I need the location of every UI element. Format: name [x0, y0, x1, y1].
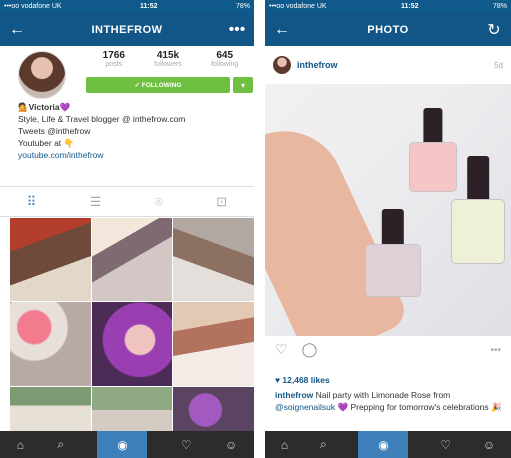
stat-label: following	[211, 61, 239, 68]
grid-photo[interactable]	[10, 218, 91, 301]
stat-posts[interactable]: 1766 posts	[103, 50, 125, 68]
nav-bar: ← PHOTO ↻	[265, 13, 511, 46]
bio-line: Tweets @inthefrow	[18, 126, 91, 136]
more-options-button[interactable]: •••	[228, 21, 246, 39]
profile-screen: •••oo vodafone UK 11:52 78% ← INTHEFROW …	[0, 0, 254, 458]
avatar[interactable]	[273, 56, 291, 74]
time: 11:52	[401, 3, 419, 10]
bio: 💁Victoria💜 Style, Life & Travel blogger …	[0, 101, 254, 161]
grid-photo[interactable]	[91, 387, 173, 433]
camera-icon[interactable]: ◉	[97, 431, 148, 458]
post-username[interactable]: inthefrow	[297, 60, 338, 70]
stat-value: 415k	[156, 50, 180, 61]
comment-icon[interactable]: ◯	[302, 341, 318, 358]
nail-polish-bottle	[451, 156, 505, 264]
stat-value: 1766	[102, 50, 125, 61]
nail-polish-bottle	[409, 108, 457, 192]
location-icon[interactable]: ⌾	[155, 194, 163, 210]
follow-menu-button[interactable]: ▾	[233, 77, 253, 93]
post-actions: ♡ ◯	[275, 341, 317, 358]
bottom-tab-bar: ⌂ ⌕ ◉ ♡ ☺	[0, 431, 254, 458]
bio-line: Youtuber at 👇	[18, 138, 75, 148]
nail-polish-bottle	[365, 209, 421, 297]
grid-photo[interactable]	[173, 387, 254, 433]
caption-text: Nail party with Limonade Rose from	[313, 390, 451, 400]
caption-mention[interactable]: @soignenailsuk	[275, 402, 335, 412]
grid-photo[interactable]	[173, 302, 254, 386]
stats: 1766 posts 415k followers 645 following	[88, 50, 253, 68]
list-icon[interactable]: ☰	[90, 194, 102, 210]
bottle-glass	[451, 199, 505, 264]
stat-label: followers	[154, 61, 182, 68]
profile-link[interactable]: youtube.com/inthefrow	[18, 149, 236, 161]
photo-grid	[10, 218, 254, 433]
photo-screen: •••oo vodafone UK 11:52 78% ← PHOTO ↻ in…	[265, 0, 511, 458]
grid-photo[interactable]	[91, 218, 173, 301]
post-header: inthefrow 5d	[265, 46, 511, 84]
likes-count[interactable]: ♥ 12,468 likes	[275, 375, 330, 385]
profile-icon[interactable]: ☺	[225, 438, 237, 452]
heart-icon[interactable]: ♡	[275, 341, 288, 358]
carrier: •••oo vodafone UK	[269, 3, 327, 10]
bottom-tab-bar: ⌂ ⌕ ◉ ♡ ☺	[265, 431, 511, 458]
following-button[interactable]: ✓ FOLLOWING	[86, 77, 230, 93]
profile-icon[interactable]: ☺	[483, 438, 495, 452]
home-icon[interactable]: ⌂	[281, 438, 288, 452]
bottle-cap	[423, 108, 443, 146]
avatar	[18, 51, 66, 99]
post-caption: inthefrow Nail party with Limonade Rose …	[275, 390, 507, 413]
stat-value: 645	[216, 50, 234, 61]
bottle-cap	[467, 156, 489, 205]
status-bar: •••oo vodafone UK 11:52 78%	[0, 0, 254, 13]
grid-photo[interactable]	[10, 387, 91, 433]
stat-followers[interactable]: 415k followers	[154, 50, 182, 68]
arrow-left-icon[interactable]: ←	[8, 21, 26, 39]
profile-header: 1766 posts 415k followers 645 following …	[0, 46, 254, 101]
battery: 78%	[235, 3, 250, 10]
refresh-icon[interactable]: ↻	[485, 20, 503, 40]
caption-text: 💜 Prepping for tomorrow's celebrations 🎉	[335, 401, 502, 412]
bottle-glass	[409, 141, 457, 192]
post-photo[interactable]	[265, 84, 511, 336]
status-bar: •••oo vodafone UK 11:52 78%	[265, 0, 511, 13]
bio-line: Style, Life & Travel blogger @ inthefrow…	[18, 114, 186, 124]
grid-photo[interactable]	[10, 302, 91, 386]
caption-username[interactable]: inthefrow	[275, 390, 313, 400]
post-more-button[interactable]: •••	[490, 345, 501, 356]
activity-icon[interactable]: ♡	[181, 438, 192, 452]
grid-icon[interactable]: ⠿	[27, 194, 37, 210]
arrow-left-icon[interactable]: ←	[273, 21, 291, 39]
carrier: •••oo vodafone UK	[4, 3, 62, 10]
time: 11:52	[140, 3, 158, 10]
grid-photo[interactable]	[173, 218, 254, 301]
profile-tabs: ⠿ ☰ ⌾ ⊡	[0, 186, 254, 217]
bottle-glass	[365, 244, 421, 297]
nav-bar: ← INTHEFROW •••	[0, 13, 254, 46]
page-title: INTHEFROW	[91, 23, 163, 36]
search-icon[interactable]: ⌕	[320, 437, 327, 452]
tagged-icon[interactable]: ⊡	[216, 194, 227, 210]
stat-following[interactable]: 645 following	[211, 50, 238, 68]
home-icon[interactable]: ⌂	[17, 438, 24, 452]
search-icon[interactable]: ⌕	[57, 437, 64, 452]
stat-label: posts	[105, 61, 123, 68]
post-age: 5d	[494, 60, 503, 70]
battery: 78%	[492, 3, 507, 10]
activity-icon[interactable]: ♡	[440, 438, 451, 452]
grid-photo[interactable]	[91, 302, 173, 386]
camera-icon[interactable]: ◉	[358, 431, 409, 458]
profile-name: 💁Victoria💜	[18, 102, 71, 112]
bottle-cap	[381, 209, 405, 249]
page-title: PHOTO	[367, 23, 409, 36]
